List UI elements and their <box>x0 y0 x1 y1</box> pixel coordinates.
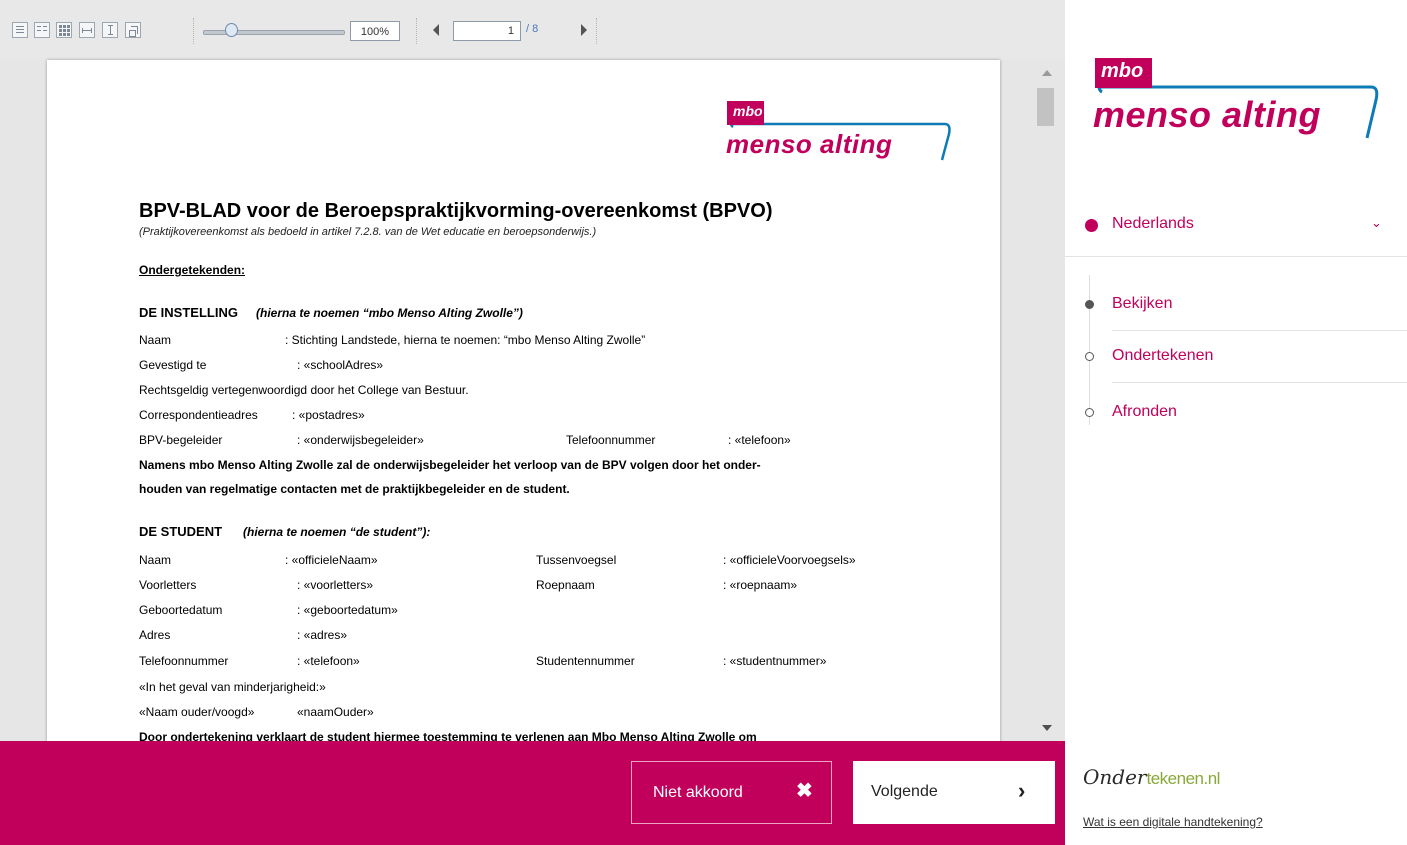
document-viewer: 100% 1 / 8 mbo menso alting BPV-BLAD voo… <box>0 0 1065 845</box>
vertical-scrollbar[interactable] <box>1034 60 1058 745</box>
document-logo-small: mbo <box>733 103 763 119</box>
field-label: «Naam ouder/voogd» <box>139 705 255 719</box>
merge-field-line: «In het geval van minderjarigheid:» <box>139 680 326 694</box>
undersigned-heading: Ondergetekenden: <box>139 263 246 277</box>
step-divider <box>1112 330 1407 331</box>
field-label: BPV-begeleider <box>139 433 223 447</box>
single-page-view-icon[interactable] <box>12 22 28 38</box>
sidebar-logo: mbo menso alting <box>1093 54 1380 150</box>
document-logo: mbo menso alting <box>726 98 952 168</box>
digital-signature-info-link[interactable]: Wat is een digitale handtekening? <box>1083 815 1263 829</box>
field-value: : «adres» <box>297 628 348 642</box>
page-total: / 8 <box>526 23 539 35</box>
next-page-icon[interactable] <box>581 24 587 36</box>
field-value: : «telefoon» <box>297 654 360 668</box>
step-afronden[interactable]: Afronden <box>1065 389 1407 439</box>
step-divider <box>1112 382 1407 383</box>
language-selector[interactable]: Nederlands ⌄ <box>1065 196 1407 257</box>
field-label: Roepnaam <box>536 578 595 592</box>
decline-button-label: Niet akkoord <box>653 784 743 801</box>
field-value: : «schoolAdres» <box>297 358 384 372</box>
document-page: mbo menso alting BPV-BLAD voor de Beroep… <box>47 60 1000 760</box>
field-label: Telefoonnummer <box>139 654 229 668</box>
field-label: Telefoonnummer <box>566 433 656 447</box>
field-value: : «voorletters» <box>297 578 374 592</box>
step-bekijken[interactable]: Bekijken <box>1065 281 1407 331</box>
field-label: Naam <box>139 553 172 567</box>
zoom-level-input[interactable]: 100% <box>350 21 400 41</box>
field-label: Geboortedatum <box>139 603 223 617</box>
scroll-down-arrow-icon[interactable] <box>1042 725 1052 731</box>
fit-height-icon[interactable] <box>102 22 118 38</box>
step-dot-icon <box>1085 352 1094 361</box>
field-value: : «roepnaam» <box>723 578 798 592</box>
toolbar-divider <box>596 18 597 44</box>
field-label: Adres <box>139 628 171 642</box>
field-value: : «telefoon» <box>728 433 791 447</box>
field-value: : Stichting Landstede, hierna te noemen:… <box>285 333 646 347</box>
chevron-down-icon: ⌄ <box>1371 215 1382 230</box>
chevron-right-icon: › <box>1018 778 1026 803</box>
scrollbar-thumb[interactable] <box>1037 88 1054 126</box>
fit-width-icon[interactable] <box>79 22 95 38</box>
field-label: Correspondentieadres <box>139 408 258 422</box>
step-label: Ondertekenen <box>1112 347 1214 364</box>
field-label: Naam <box>139 333 172 347</box>
step-dot-icon <box>1085 408 1094 417</box>
step-label: Bekijken <box>1112 295 1173 312</box>
ondertekenen-logo-green: tekenen.nl <box>1146 769 1220 788</box>
language-label: Nederlands <box>1112 215 1194 232</box>
toolbar-divider <box>416 18 417 44</box>
viewer-toolbar: 100% 1 / 8 <box>0 0 1065 60</box>
step-label: Afronden <box>1112 403 1177 420</box>
next-button[interactable]: Volgende › <box>853 761 1055 824</box>
paragraph-line: Namens mbo Menso Alting Zwolle zal de on… <box>139 458 761 472</box>
thumbnail-grid-icon[interactable] <box>56 22 72 38</box>
document-logo-large: menso alting <box>726 129 893 159</box>
field-value: : «geboortedatum» <box>297 603 398 617</box>
field-value: : «officieleVoorvoegsels» <box>723 553 856 567</box>
previous-page-icon[interactable] <box>433 24 439 36</box>
sidebar-logo-large: menso alting <box>1093 94 1322 135</box>
field-value: : «postadres» <box>292 408 365 422</box>
step-ondertekenen[interactable]: Ondertekenen <box>1065 333 1407 383</box>
field-label: Studentennummer <box>536 654 635 668</box>
paragraph-line: houden van regelmatige contacten met de … <box>139 482 570 496</box>
ondertekenen-logo: Ondertekenen.nl <box>1083 765 1220 789</box>
ondertekenen-logo-dark: Onder <box>1083 765 1147 789</box>
field-label: Gevestigd te <box>139 358 207 372</box>
next-button-label: Volgende <box>871 783 938 800</box>
step-active-dot-icon <box>1085 300 1094 309</box>
field-value: : «onderwijsbegeleider» <box>297 433 424 447</box>
scroll-up-arrow-icon[interactable] <box>1042 70 1052 76</box>
zoom-slider-handle[interactable] <box>225 23 238 37</box>
page-number-input[interactable]: 1 <box>453 21 521 41</box>
document-title: BPV-BLAD voor de Beroepspraktijkvorming-… <box>139 200 773 222</box>
toolbar-divider <box>193 18 194 44</box>
globe-icon <box>1085 219 1098 232</box>
document-subtitle: (Praktijkovereenkomst als bedoeld in art… <box>139 226 597 238</box>
sidebar: mbo menso alting Nederlands ⌄ Bekijken O… <box>1065 0 1407 845</box>
field-value: «naamOuder» <box>297 705 374 719</box>
two-page-view-icon[interactable] <box>34 22 50 38</box>
field-value: : «officieleNaam» <box>285 553 378 567</box>
representation-text: Rechtsgeldig vertegenwoordigd door het C… <box>139 383 469 397</box>
institution-heading: DE INSTELLING <box>139 305 238 320</box>
decline-button[interactable]: Niet akkoord ✖ <box>631 761 832 824</box>
action-bar: Niet akkoord ✖ Volgende › <box>0 741 1065 845</box>
field-label: Voorletters <box>139 578 197 592</box>
rotate-page-icon[interactable] <box>125 22 141 38</box>
sidebar-logo-small: mbo <box>1101 60 1144 82</box>
student-heading: DE STUDENT <box>139 524 223 539</box>
close-icon: ✖ <box>796 780 813 802</box>
student-heading-note: (hierna te noemen “de student”): <box>243 525 431 539</box>
field-value: : «studentnummer» <box>723 654 827 668</box>
field-label: Tussenvoegsel <box>536 553 617 567</box>
institution-heading-note: (hierna te noemen “mbo Menso Alting Zwol… <box>256 306 523 320</box>
